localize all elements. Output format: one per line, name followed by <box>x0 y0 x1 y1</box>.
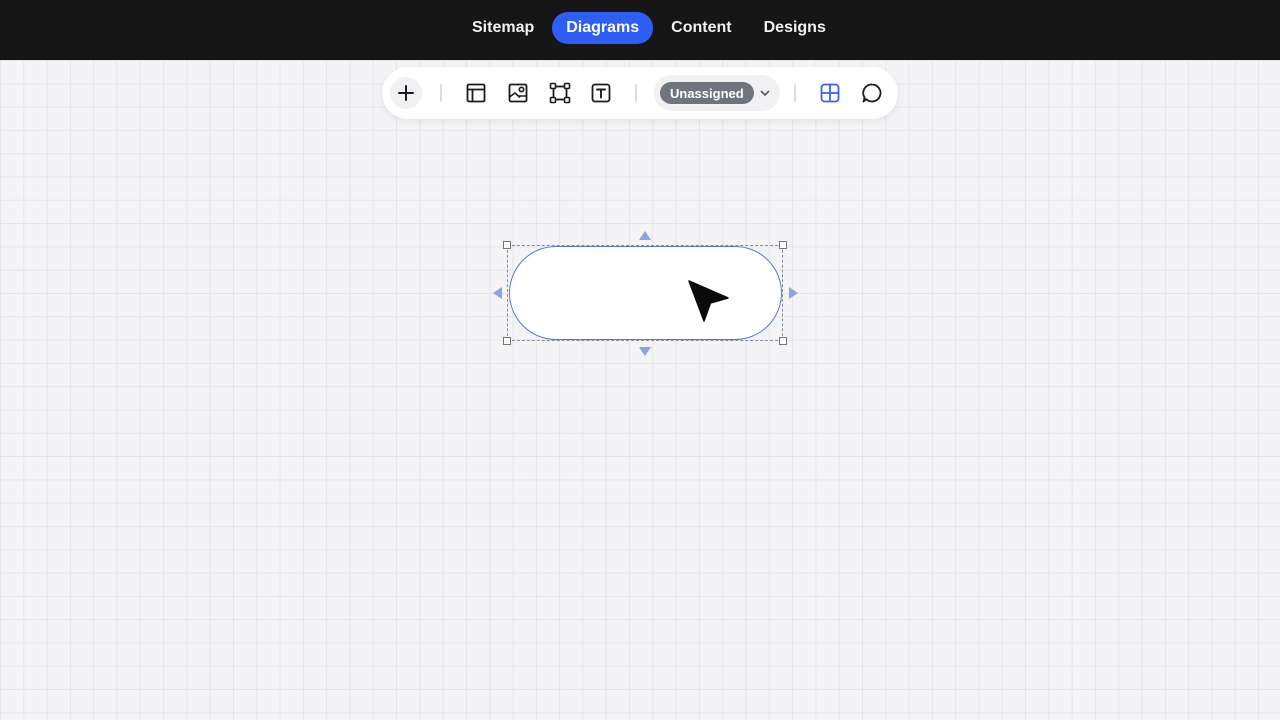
toolbar-divider <box>635 84 637 102</box>
connector-arrow-up[interactable] <box>639 231 651 240</box>
toolbar-divider <box>440 84 442 102</box>
plus-icon <box>398 85 414 101</box>
diagram-toolbar: Unassigned <box>382 67 898 119</box>
status-dropdown[interactable]: Unassigned <box>654 75 780 111</box>
frame-tool-button[interactable] <box>544 77 576 109</box>
frame-icon <box>549 82 571 104</box>
chevron-down-icon <box>760 90 770 96</box>
tab-sitemap[interactable]: Sitemap <box>458 12 548 44</box>
image-icon <box>508 83 528 103</box>
resize-handle-top-right[interactable] <box>779 241 787 249</box>
top-navigation-bar: Sitemap Diagrams Content Designs <box>0 0 1280 60</box>
text-icon <box>591 83 611 103</box>
connector-arrow-down[interactable] <box>639 347 651 356</box>
image-tool-button[interactable] <box>502 77 534 109</box>
comment-icon <box>862 83 882 103</box>
grid-toggle-button[interactable] <box>814 77 846 109</box>
add-button[interactable] <box>390 77 422 109</box>
connector-arrow-right[interactable] <box>789 287 798 299</box>
main-tabs: Sitemap Diagrams Content Designs <box>458 11 840 45</box>
text-tool-button[interactable] <box>585 77 617 109</box>
resize-handle-bottom-left[interactable] <box>503 337 511 345</box>
resize-handle-top-left[interactable] <box>503 241 511 249</box>
tab-diagrams[interactable]: Diagrams <box>552 12 654 44</box>
resize-handle-bottom-right[interactable] <box>779 337 787 345</box>
comment-button[interactable] <box>856 77 888 109</box>
connector-arrow-left[interactable] <box>493 287 502 299</box>
layout-tool-button[interactable] <box>460 77 492 109</box>
status-badge: Unassigned <box>660 82 754 104</box>
toolbar-divider <box>794 84 796 102</box>
diagram-canvas[interactable] <box>0 60 1280 720</box>
layout-icon <box>466 83 486 103</box>
tab-content[interactable]: Content <box>657 12 745 44</box>
rounded-rectangle-shape[interactable] <box>509 246 782 340</box>
grid-icon <box>820 83 840 103</box>
tab-designs[interactable]: Designs <box>750 12 840 44</box>
